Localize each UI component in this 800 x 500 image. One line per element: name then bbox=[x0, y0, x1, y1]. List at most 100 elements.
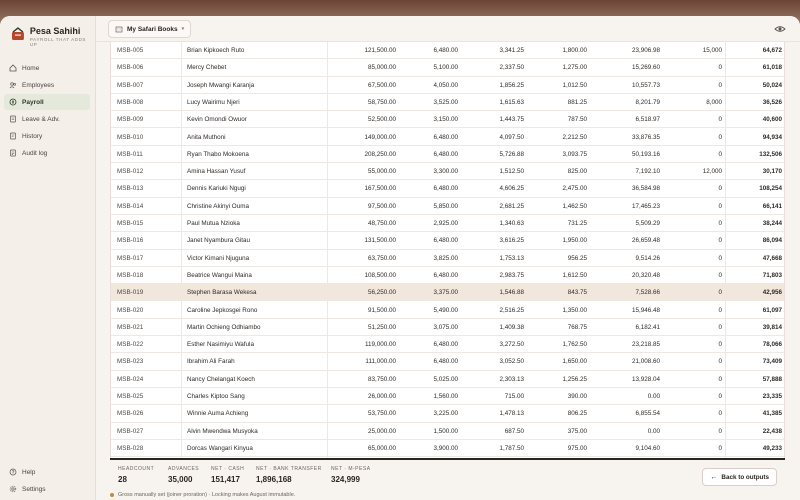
table-row[interactable]: MSB-012 Amina Hassan Yusuf 55,000.00 3,300.… bbox=[111, 163, 784, 181]
sidebar-item-home[interactable]: Home bbox=[4, 60, 90, 76]
cell-advance: 0 bbox=[718, 116, 722, 124]
table-row[interactable]: MSB-005 Brian Kipkoech Ruto 121,500.00 6,48… bbox=[111, 42, 784, 60]
cell-housing-levy: 768.75 bbox=[567, 323, 587, 331]
cell-gross-pay: 85,000.00 bbox=[367, 64, 396, 72]
cell-employee-id: MSB-011 bbox=[117, 150, 143, 158]
table-row[interactable]: MSB-023 Ibrahim Ali Farah 111,000.00 6,480.… bbox=[111, 353, 784, 371]
table-row[interactable]: MSB-017 Victor Kimani Njuguna 63,750.00 3,8… bbox=[111, 250, 784, 267]
table-row[interactable]: MSB-014 Christine Akinyi Ouma 97,500.00 5,8… bbox=[111, 198, 784, 215]
sidebar-item-history[interactable]: History bbox=[4, 128, 90, 144]
table-row[interactable]: MSB-020 Caroline Jepkosgei Rono 91,500.00 5… bbox=[111, 302, 784, 319]
brand-tagline: PAYROLL THAT ADDS UP bbox=[29, 37, 87, 47]
cell-nssf: 1,560.00 bbox=[433, 393, 458, 400]
cell-advance: 0 bbox=[718, 341, 722, 349]
cell-advance: 0 bbox=[718, 64, 722, 72]
cell-employee-id: MSB-028 bbox=[117, 444, 144, 452]
cell-paye: 7,528.66 bbox=[635, 289, 660, 297]
stat-value: 35,000 bbox=[168, 475, 193, 484]
sidebar-item-help[interactable]: Help bbox=[4, 464, 90, 480]
history-icon bbox=[10, 132, 16, 140]
cell-employee-id: MSB-027 bbox=[117, 427, 144, 435]
cell-net-pay: 50,024 bbox=[762, 81, 782, 89]
stat-value: 151,417 bbox=[211, 475, 240, 484]
sidebar-item-label: Audit log bbox=[22, 149, 48, 157]
table-row[interactable]: MSB-006 Mercy Chebet 85,000.00 5,100.00 2,33… bbox=[111, 59, 784, 77]
cell-employee-id: MSB-014 bbox=[117, 202, 144, 210]
home-icon bbox=[9, 64, 17, 72]
cell-nssf: 5,025.00 bbox=[433, 375, 458, 383]
cell-net-pay: 41,385 bbox=[762, 410, 782, 418]
sidebar-item-label: History bbox=[22, 132, 43, 140]
table-row[interactable]: MSB-028 Dorcas Wangari Kinyua 65,000.00 3,9… bbox=[111, 440, 784, 458]
table-row[interactable]: MSB-021 Martin Ochieng Odhiambo 51,250.00 3… bbox=[111, 319, 784, 337]
cell-gross-pay: 26,000.00 bbox=[367, 393, 396, 400]
sidebar-item-audit-log[interactable]: Audit log bbox=[4, 145, 90, 161]
cell-shif: 1,409.38 bbox=[499, 323, 524, 331]
table-row[interactable]: MSB-007 Joseph Mwangi Karanja 67,500.00 4,0… bbox=[111, 77, 784, 94]
cell-nssf: 3,075.00 bbox=[433, 323, 458, 331]
back-button-label: Back to outputs bbox=[721, 473, 769, 481]
cell-employee-name: Janet Nyambura Gitau bbox=[187, 237, 250, 245]
cell-shif: 3,052.50 bbox=[499, 358, 524, 366]
cell-employee-id: MSB-010 bbox=[117, 133, 144, 141]
cell-housing-levy: 975.00 bbox=[567, 444, 587, 452]
table-row[interactable]: MSB-010 Anita Muthoni 149,000.00 6,480.00 4,… bbox=[111, 129, 784, 146]
table-row[interactable]: MSB-015 Paul Mutua Nzioka 48,750.00 2,925.0… bbox=[111, 215, 784, 233]
cell-paye: 23,218.85 bbox=[631, 341, 660, 349]
cell-nssf: 3,900.00 bbox=[433, 444, 458, 452]
cell-employee-name: Winnie Auma Achieng bbox=[187, 410, 249, 418]
table-row[interactable]: MSB-024 Nancy Chelangat Koech 83,750.00 5,0… bbox=[111, 371, 784, 388]
organization-selector[interactable]: My Safari Books ▾ bbox=[108, 20, 192, 38]
back-to-outputs-button[interactable]: ← Back to outputs bbox=[702, 468, 777, 486]
table-row[interactable]: MSB-027 Alvin Mwendwa Musyoka 25,000.00 1,5… bbox=[111, 423, 784, 440]
table-row[interactable]: MSB-009 Kevin Omondi Owuor 52,500.00 3,150.… bbox=[111, 111, 784, 129]
sidebar-item-settings[interactable]: Settings bbox=[4, 481, 90, 497]
cell-advance: 0 bbox=[718, 150, 722, 158]
sidebar-item-payroll[interactable]: Payroll bbox=[4, 94, 90, 110]
cell-paye: 6,855.54 bbox=[635, 410, 660, 418]
cell-employee-name: Charles Kiptoo Sang bbox=[187, 393, 245, 400]
cell-employee-name: Christine Akinyi Ouma bbox=[187, 202, 249, 210]
cell-employee-name: Brian Kipkoech Ruto bbox=[187, 47, 245, 54]
document-icon bbox=[10, 115, 16, 123]
table-row[interactable]: MSB-013 Dennis Kariuki Ngugi 167,500.00 6,4… bbox=[111, 180, 784, 198]
cell-employee-name: Amina Hassan Yusuf bbox=[187, 168, 246, 176]
cell-employee-name: Lucy Wairimu Njeri bbox=[187, 98, 240, 106]
cell-nssf: 3,300.00 bbox=[433, 168, 458, 176]
cell-shif: 1,856.25 bbox=[499, 81, 524, 89]
cell-paye: 6,182.41 bbox=[635, 323, 660, 331]
logo-icon bbox=[11, 27, 24, 40]
table-row[interactable]: MSB-025 Charles Kiptoo Sang 26,000.00 1,560… bbox=[111, 388, 784, 406]
cell-gross-pay: 25,000.00 bbox=[367, 427, 396, 435]
table-row[interactable]: MSB-008 Lucy Wairimu Njeri 58,750.00 3,525.… bbox=[111, 94, 784, 112]
sidebar-item-label: Leave & Adv. bbox=[22, 115, 60, 123]
sidebar-bottom-nav: Help Settings bbox=[4, 464, 90, 498]
cell-employee-name: Caroline Jepkosgei Rono bbox=[187, 306, 258, 314]
table-row[interactable]: MSB-018 Beatrice Wangui Maina 108,500.00 6,… bbox=[111, 267, 784, 285]
cell-net-pay: 71,803 bbox=[762, 271, 782, 279]
cell-advance: 0 bbox=[718, 289, 722, 297]
table-row[interactable]: MSB-019 Stephen Barasa Wekesa 56,250.00 3,3… bbox=[111, 284, 784, 302]
cell-shif: 4,097.50 bbox=[499, 133, 524, 141]
brand-name: Pesa Sahihi bbox=[29, 26, 81, 36]
cell-employee-id: MSB-021 bbox=[117, 323, 144, 331]
stat-net-cash: NET · CASH 151,417 bbox=[211, 466, 244, 484]
cell-net-pay: 42,956 bbox=[762, 289, 782, 297]
table-row[interactable]: MSB-011 Ryan Thabo Mokoena 208,250.00 6,480… bbox=[111, 146, 784, 164]
users-icon bbox=[9, 82, 16, 89]
cell-housing-levy: 1,275.00 bbox=[562, 64, 587, 72]
sidebar-item-leave[interactable]: Leave & Adv. bbox=[4, 111, 90, 127]
table-row[interactable]: MSB-026 Winnie Auma Achieng 53,750.00 3,225… bbox=[111, 405, 784, 423]
cell-employee-id: MSB-008 bbox=[117, 98, 144, 106]
eye-icon[interactable] bbox=[774, 23, 786, 35]
cell-net-pay: 22,438 bbox=[762, 427, 782, 435]
cell-nssf: 3,150.00 bbox=[433, 116, 458, 124]
table-row[interactable]: MSB-016 Janet Nyambura Gitau 131,500.00 6,4… bbox=[111, 232, 784, 250]
cell-nssf: 6,480.00 bbox=[433, 47, 458, 54]
organization-name: My Safari Books bbox=[127, 25, 178, 33]
cell-employee-id: MSB-020 bbox=[117, 306, 144, 314]
cell-gross-pay: 111,000.00 bbox=[365, 358, 396, 366]
table-row[interactable]: MSB-022 Esther Nasimiyu Wafula 119,000.00 6… bbox=[111, 336, 784, 354]
cell-employee-name: Beatrice Wangui Maina bbox=[187, 271, 252, 279]
sidebar-item-employees[interactable]: Employees bbox=[4, 77, 90, 93]
